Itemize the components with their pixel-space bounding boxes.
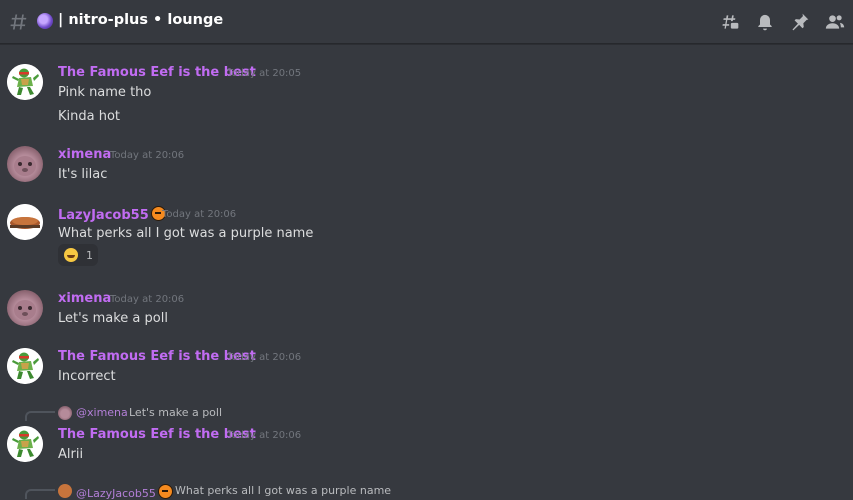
avatar[interactable] bbox=[7, 290, 43, 326]
avatar[interactable] bbox=[7, 348, 43, 384]
timestamp: Today at 20:06 bbox=[110, 294, 185, 305]
reply-preview-text[interactable]: Let's make a poll bbox=[129, 406, 222, 419]
username-text: LazyJacob55 bbox=[58, 208, 149, 223]
avatar[interactable] bbox=[7, 426, 43, 462]
channel-name: | nitro-plus • lounge bbox=[58, 12, 224, 28]
threads-icon[interactable] bbox=[720, 12, 740, 32]
reply-avatar bbox=[58, 406, 72, 420]
timestamp: Today at 20:06 bbox=[227, 430, 302, 441]
message-text: Kinda hot bbox=[58, 109, 121, 124]
pumpkin-icon bbox=[157, 484, 173, 499]
timestamp: Today at 20:06 bbox=[162, 209, 237, 220]
avatar[interactable] bbox=[7, 64, 43, 100]
channel-emoji-icon bbox=[37, 13, 53, 29]
username[interactable]: ximena bbox=[58, 291, 111, 306]
food-avatar-icon bbox=[7, 204, 43, 240]
notification-bell-icon[interactable] bbox=[755, 12, 775, 32]
message-text: What perks all I got was a purple name bbox=[58, 226, 314, 241]
ninja-turtle-avatar-icon bbox=[7, 64, 43, 100]
channel-header: | nitro-plus • lounge bbox=[0, 0, 853, 44]
member-list-icon[interactable] bbox=[825, 12, 845, 32]
username[interactable]: ximena bbox=[58, 147, 111, 162]
message-text: Let's make a poll bbox=[58, 311, 168, 326]
reply-connector bbox=[25, 411, 55, 421]
ninja-turtle-avatar-icon bbox=[7, 426, 43, 462]
cat-avatar-icon bbox=[14, 300, 36, 320]
reply-author[interactable]: @ximena bbox=[76, 406, 128, 419]
hashtag-threads-icon bbox=[10, 14, 27, 30]
avatar[interactable] bbox=[7, 146, 43, 182]
reaction[interactable]: 1 bbox=[58, 244, 98, 266]
username[interactable]: LazyJacob55 bbox=[58, 206, 166, 223]
reply-connector bbox=[25, 489, 55, 499]
reply-preview-text[interactable]: What perks all I got was a purple name bbox=[175, 484, 391, 497]
avatar[interactable] bbox=[7, 204, 43, 240]
cat-avatar-icon bbox=[14, 156, 36, 176]
timestamp: Today at 20:05 bbox=[227, 68, 302, 79]
ninja-turtle-avatar-icon bbox=[7, 348, 43, 384]
reaction-count: 1 bbox=[86, 248, 93, 262]
rofl-emoji-icon bbox=[64, 248, 78, 262]
reply-avatar bbox=[58, 484, 72, 498]
reply-author[interactable]: @LazyJacob55 bbox=[76, 484, 173, 500]
pin-icon[interactable] bbox=[790, 12, 810, 32]
message-text: It's lilac bbox=[58, 167, 108, 182]
message-text: Alrii bbox=[58, 447, 84, 462]
timestamp: Today at 20:06 bbox=[110, 150, 185, 161]
message-text: Pink name tho bbox=[58, 85, 152, 100]
timestamp: Today at 20:06 bbox=[227, 352, 302, 363]
message-text: Incorrect bbox=[58, 369, 116, 384]
